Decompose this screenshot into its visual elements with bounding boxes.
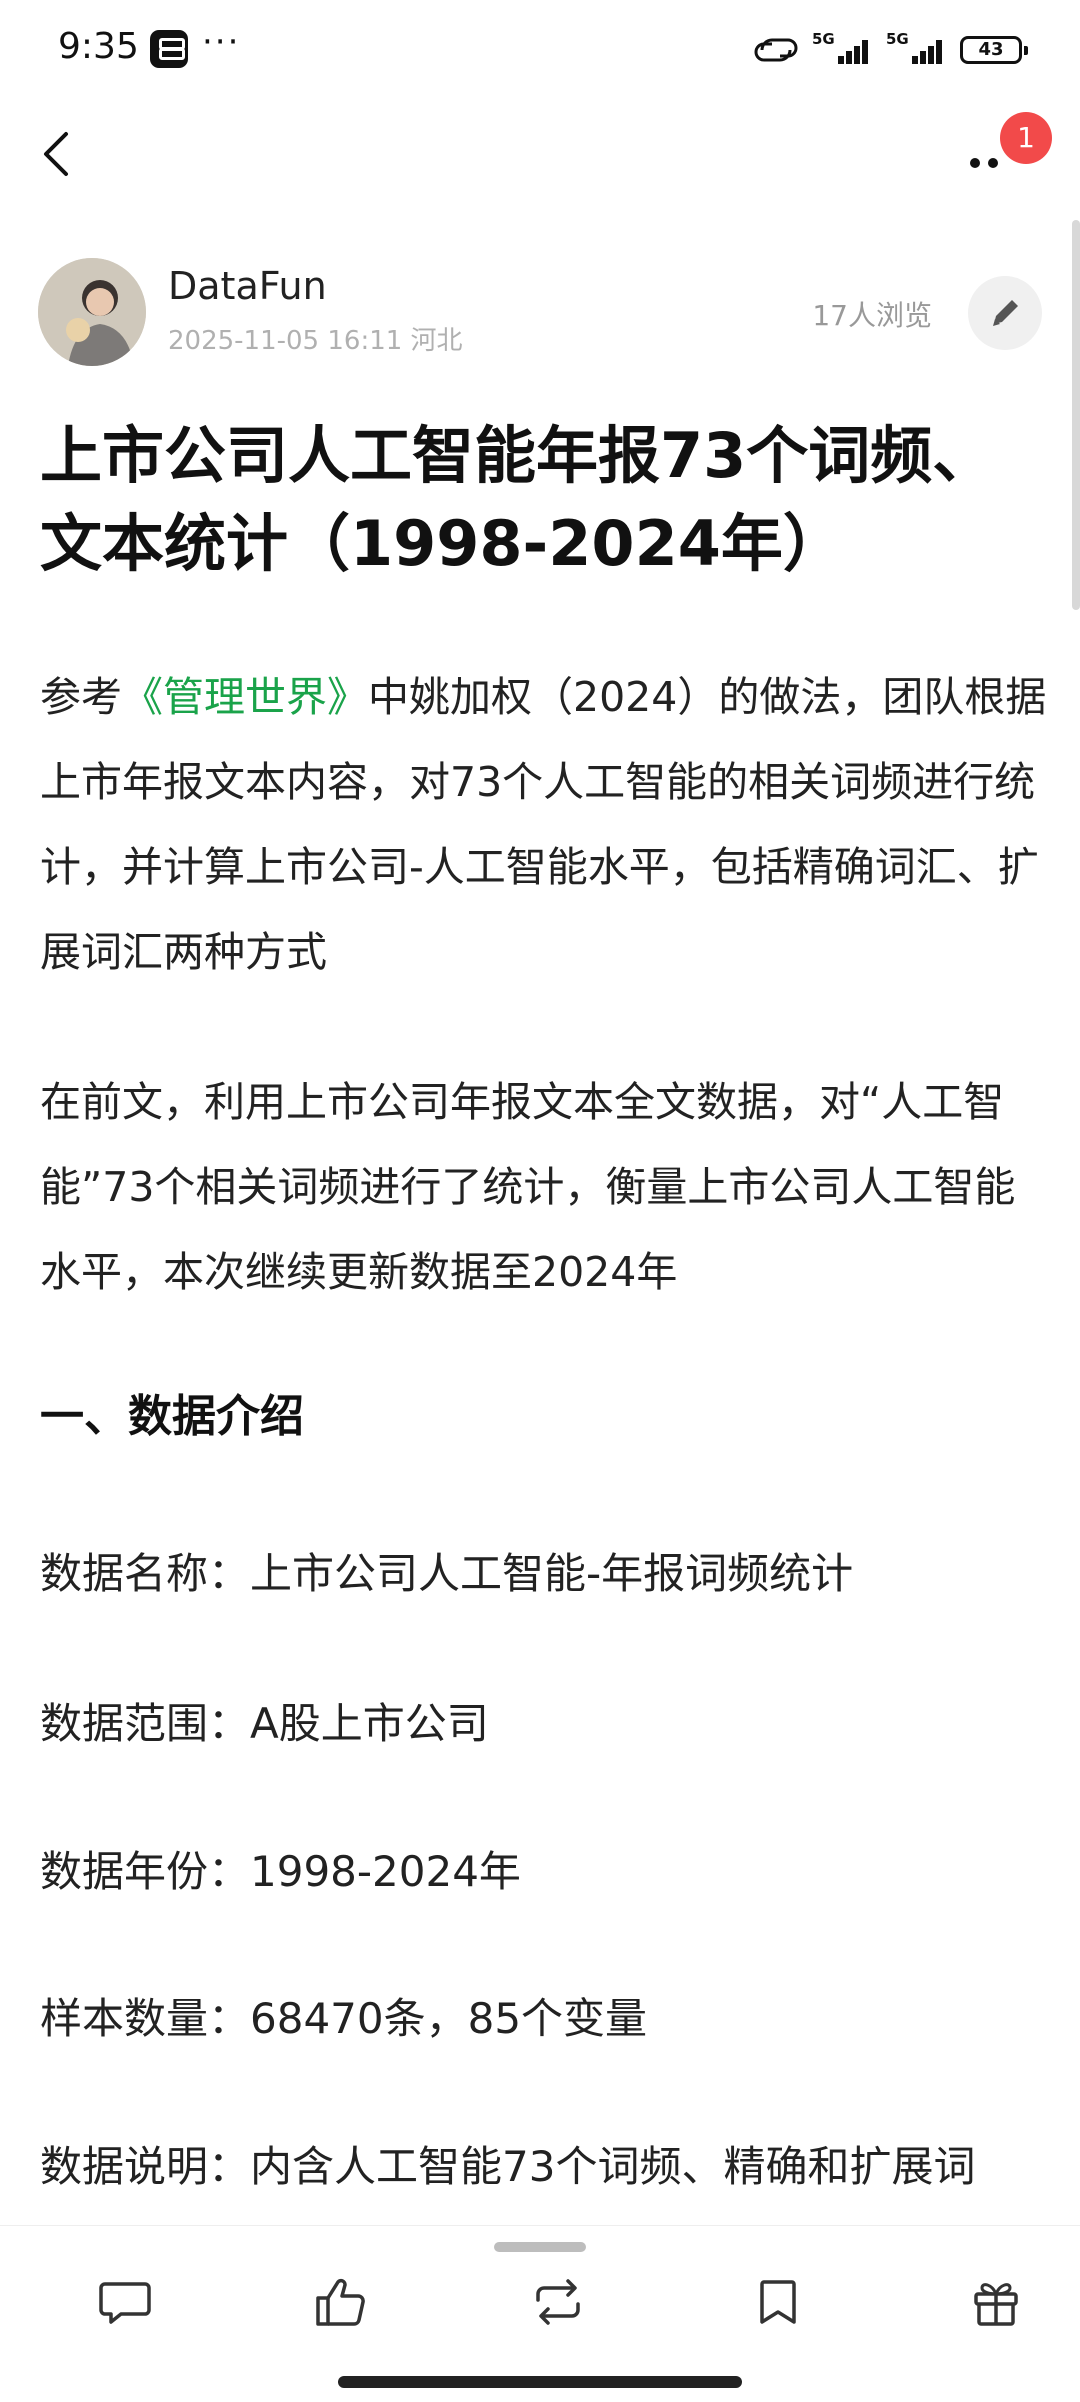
back-arrow-icon[interactable]: [30, 124, 90, 184]
comment-icon[interactable]: [95, 2272, 155, 2332]
bottom-toolbar: [0, 2225, 1080, 2402]
status-icons: 5G 5G 43: [754, 30, 1028, 70]
info-line: 数据名称：上市公司人工智能-年报词频统计: [40, 1549, 854, 1598]
network-type-label-2: 5G: [886, 30, 909, 48]
drag-handle[interactable]: [494, 2242, 586, 2252]
signal-icon: 5G: [812, 30, 872, 68]
info-line: 样本数量：68470条，85个变量: [40, 1994, 648, 2043]
repost-icon[interactable]: [528, 2272, 588, 2332]
para1-prefix: 参考: [40, 673, 122, 721]
like-icon[interactable]: [310, 2272, 370, 2332]
section-heading: 一、数据介绍: [40, 1391, 304, 1442]
author-row: DataFun 2025-11-05 16:11 河北 17人浏览: [38, 258, 1042, 368]
home-indicator[interactable]: [338, 2376, 742, 2388]
view-count: 17人浏览: [812, 299, 932, 332]
top-nav-bar: 1: [0, 100, 1080, 220]
post-meta: 2025-11-05 16:11 河北: [168, 326, 463, 356]
info-line: 数据说明：内含人工智能73个词频、精确和扩展词: [40, 2142, 976, 2191]
info-line: 数据年份：1998-2024年: [40, 1847, 521, 1896]
hd-voice-icon: [754, 38, 798, 62]
info-line: 数据范围：A股上市公司: [40, 1699, 489, 1748]
notification-badge[interactable]: 1: [1000, 112, 1052, 164]
scrollbar[interactable]: [1072, 220, 1080, 610]
status-time: 9:35: [58, 26, 139, 67]
status-bar: 9:35 ··· 5G 5G 43: [0, 0, 1080, 100]
more-notifications-icon: ···: [202, 22, 241, 62]
signal-icon-2: 5G: [886, 30, 946, 68]
second-paragraph: 在前文，利用上市公司年报文本全文数据，对“人工智能”73个相关词频进行了统计，衡…: [40, 1078, 1016, 1296]
gift-icon[interactable]: [966, 2272, 1026, 2332]
bookmark-icon[interactable]: [748, 2272, 808, 2332]
battery-icon: 43: [960, 36, 1028, 64]
network-type-label: 5G: [812, 30, 835, 48]
intro-paragraph: 参考《管理世界》中姚加权（2024）的做法，团队根据上市年报文本内容，对73个人…: [40, 655, 1050, 995]
avatar[interactable]: [38, 258, 146, 366]
author-name[interactable]: DataFun: [168, 264, 327, 308]
pencil-icon: [993, 300, 1018, 326]
article-title: 上市公司人工智能年报73个词频、文本统计（1998-2024年）: [40, 419, 995, 580]
capcut-icon: [150, 30, 188, 68]
edit-button[interactable]: [968, 276, 1042, 350]
journal-link[interactable]: 《管理世界》: [122, 673, 368, 721]
